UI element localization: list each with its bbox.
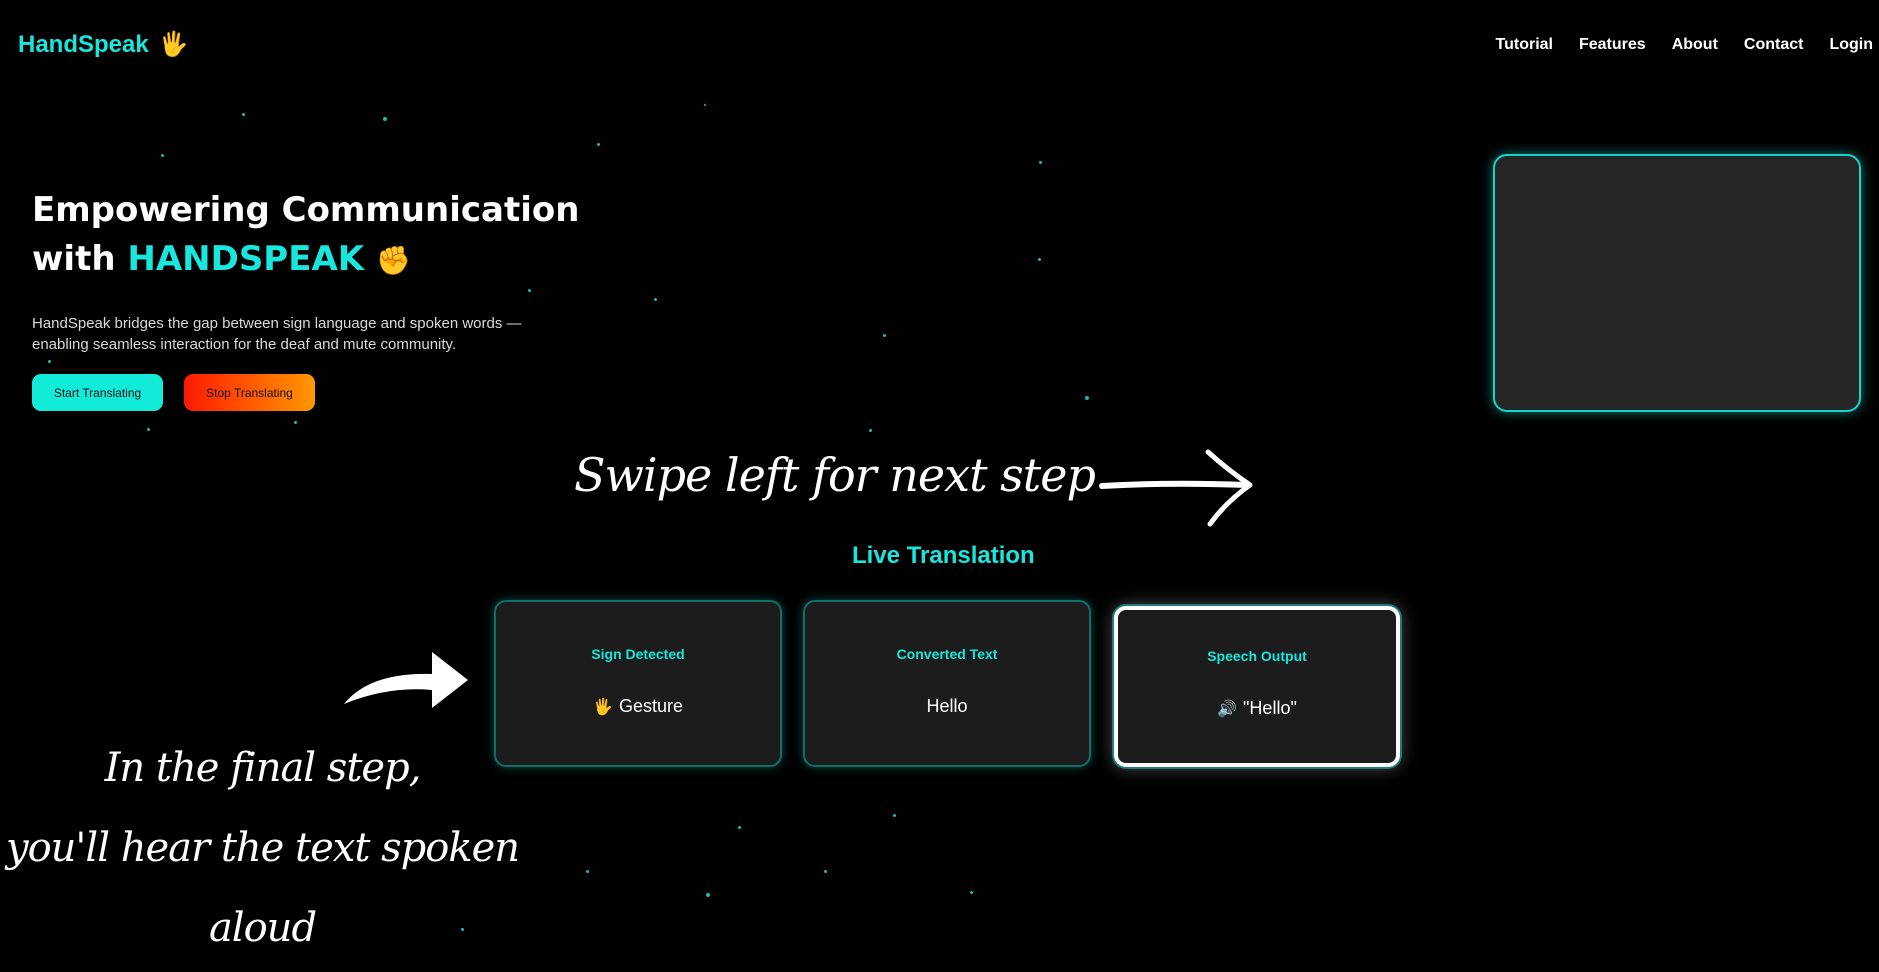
final-step-line2: you'll hear the text spoken aloud xyxy=(5,825,520,951)
hero-title: Empowering Communication with HANDSPEAK … xyxy=(32,186,579,285)
brand-name: HandSpeak xyxy=(18,30,149,58)
final-step-note: In the final step, you'll hear the text … xyxy=(0,728,525,968)
sign-detected-card: Sign Detected 🖐 Gesture xyxy=(494,600,782,767)
top-nav: Tutorial Features About Contact Login xyxy=(1496,36,1874,54)
star xyxy=(704,104,706,106)
right-arrow-icon xyxy=(1099,449,1253,527)
star xyxy=(294,421,297,424)
nav-item-tutorial[interactable]: Tutorial xyxy=(1496,36,1553,54)
star xyxy=(869,429,872,432)
star xyxy=(242,113,245,116)
nav-item-contact[interactable]: Contact xyxy=(1744,36,1804,54)
curved-arrow-icon xyxy=(344,652,468,708)
speaker-icon: 🔊 xyxy=(1217,701,1238,718)
waving-hand-icon: 🖐 xyxy=(158,31,189,58)
star xyxy=(883,334,886,337)
star xyxy=(161,154,164,157)
final-step-line1: In the final step, xyxy=(104,745,422,791)
camera-preview-panel xyxy=(1493,154,1861,412)
star xyxy=(528,289,531,292)
card-title: Speech Output xyxy=(1207,648,1307,664)
swipe-hint: Swipe left for next step xyxy=(574,448,1096,502)
star xyxy=(1039,161,1042,164)
star xyxy=(1038,258,1041,261)
hero-title-with: with xyxy=(32,239,116,279)
star xyxy=(597,143,600,146)
converted-text-card: Converted Text Hello xyxy=(803,600,1091,767)
hero-title-line2: with HANDSPEAK ✊ xyxy=(32,235,579,285)
star xyxy=(738,826,741,829)
nav-item-login[interactable]: Login xyxy=(1829,36,1873,54)
hero-title-line1: Empowering Communication xyxy=(32,190,580,230)
start-translating-button[interactable]: Start Translating xyxy=(32,374,163,411)
star xyxy=(706,893,710,897)
card-value-text: Gesture xyxy=(618,696,683,716)
card-title: Sign Detected xyxy=(591,646,685,662)
star xyxy=(1085,396,1089,400)
card-value: Hello xyxy=(926,696,968,716)
star xyxy=(654,298,657,301)
card-value: 🖐 Gesture xyxy=(496,696,780,717)
star xyxy=(970,891,973,894)
card-value-text: "Hello" xyxy=(1243,698,1297,718)
star xyxy=(893,814,896,817)
card-title: Converted Text xyxy=(896,646,998,662)
star xyxy=(586,870,589,873)
waving-hand-icon: 🖐 xyxy=(593,699,613,716)
nav-item-about[interactable]: About xyxy=(1672,36,1718,54)
hero-title-brand: HANDSPEAK xyxy=(127,239,365,279)
hero-description: HandSpeak bridges the gap between sign l… xyxy=(32,315,522,353)
star xyxy=(48,360,51,363)
card-value: 🔊 "Hello" xyxy=(1118,698,1396,719)
star xyxy=(383,117,387,121)
logo[interactable]: HandSpeak 🖐 xyxy=(18,30,189,59)
speech-output-card: Speech Output 🔊 "Hello" xyxy=(1114,606,1400,767)
raised-fist-icon: ✊ xyxy=(375,244,411,277)
live-translation-heading: Live Translation xyxy=(852,542,1035,569)
star xyxy=(824,870,827,873)
stop-translating-button[interactable]: Stop Translating xyxy=(184,374,315,411)
star xyxy=(147,428,150,431)
nav-item-features[interactable]: Features xyxy=(1579,36,1646,54)
